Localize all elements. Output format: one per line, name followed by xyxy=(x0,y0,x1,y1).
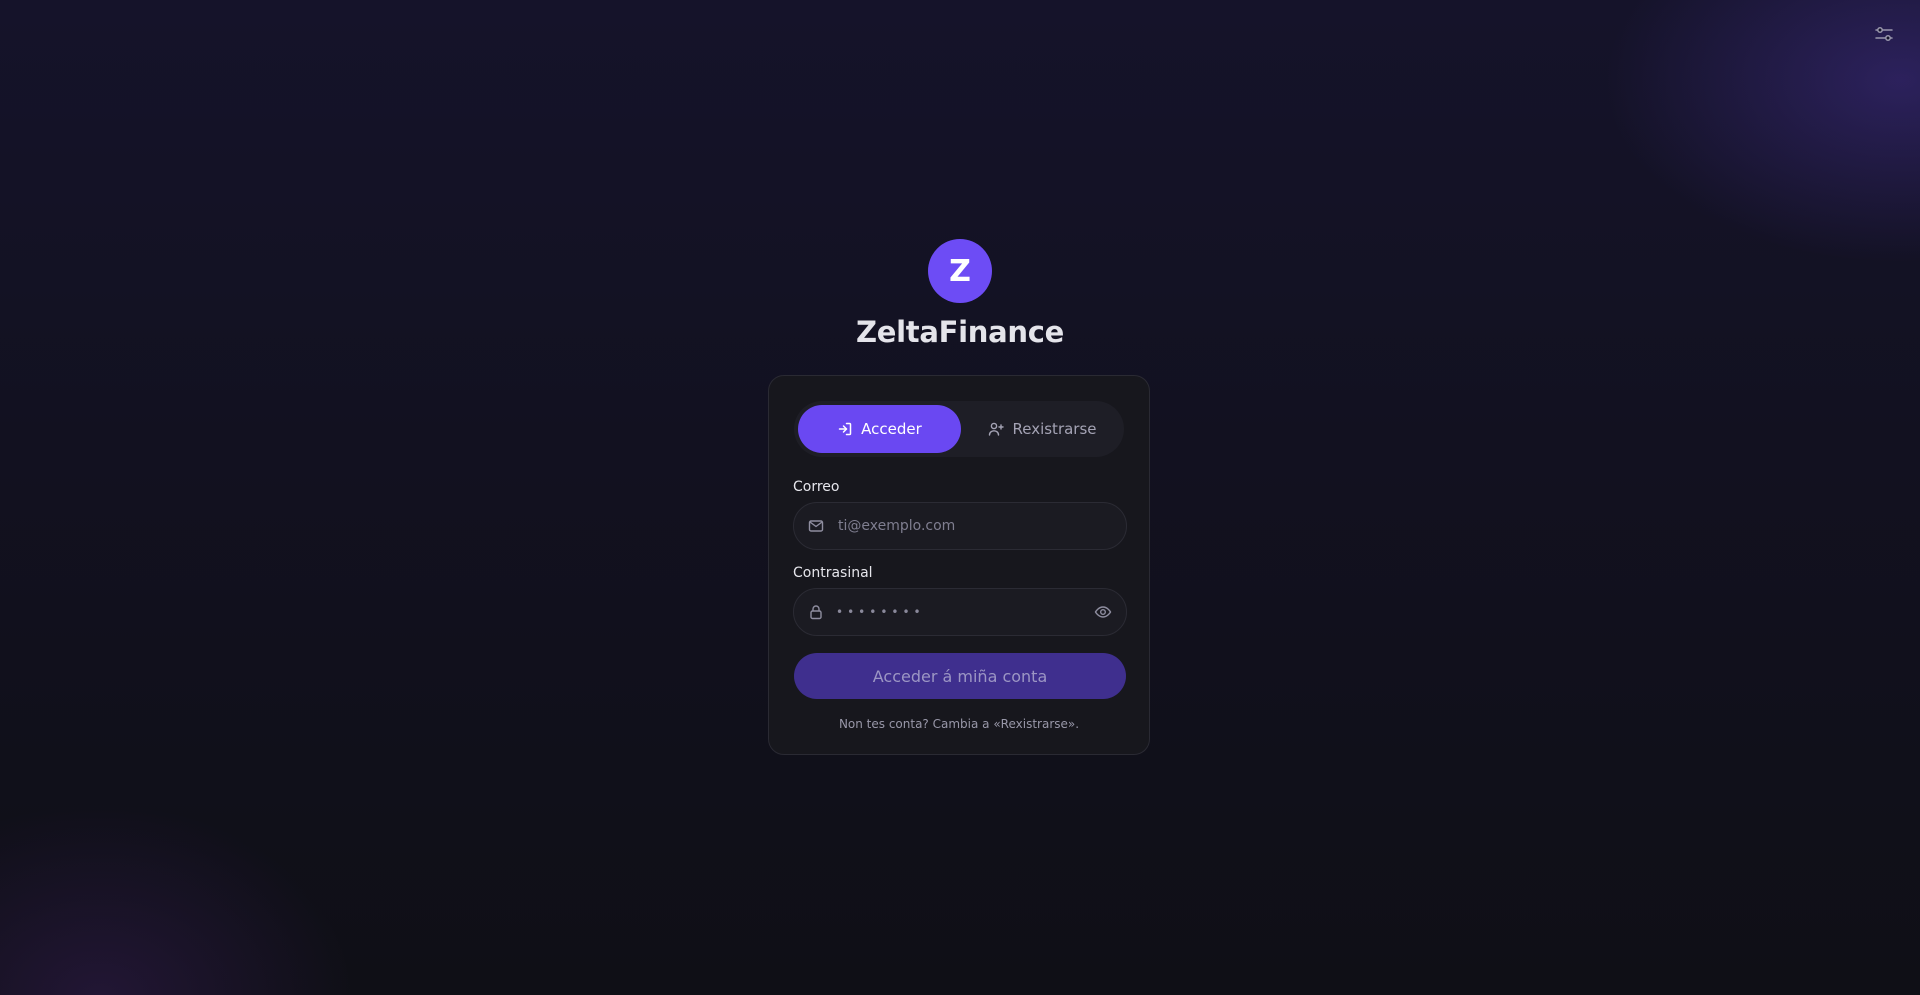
tab-login[interactable]: Acceder xyxy=(798,405,961,453)
auth-tabs: Acceder Rexistrarse xyxy=(794,401,1124,457)
user-plus-icon xyxy=(989,422,1005,436)
tab-register-label: Rexistrarse xyxy=(1012,420,1097,438)
password-field-wrapper: •••••••• xyxy=(793,588,1127,636)
email-input[interactable] xyxy=(836,517,1112,535)
submit-button[interactable]: Acceder á miña conta xyxy=(794,653,1126,699)
mail-icon xyxy=(808,520,824,532)
password-input[interactable]: •••••••• xyxy=(836,605,1094,619)
app-logo: Z xyxy=(928,239,992,303)
tab-login-label: Acceder xyxy=(861,420,922,438)
sliders-icon xyxy=(1875,27,1893,41)
email-label: Correo xyxy=(793,479,840,495)
logo-letter: Z xyxy=(949,253,971,289)
settings-button[interactable] xyxy=(1874,24,1894,44)
register-hint: Non tes conta? Cambia a «Rexistrarse». xyxy=(838,717,1080,731)
password-label: Contrasinal xyxy=(793,565,873,581)
login-icon xyxy=(838,422,852,436)
lock-icon xyxy=(810,605,822,620)
email-field-wrapper xyxy=(793,502,1127,550)
app-name: ZeltaFinance xyxy=(856,315,1064,349)
brand-header: Z ZeltaFinance xyxy=(0,239,1920,349)
auth-card: Acceder Rexistrarse Correo Contrasinal •… xyxy=(768,375,1150,755)
tab-register[interactable]: Rexistrarse xyxy=(961,405,1124,453)
eye-icon[interactable] xyxy=(1094,603,1112,621)
